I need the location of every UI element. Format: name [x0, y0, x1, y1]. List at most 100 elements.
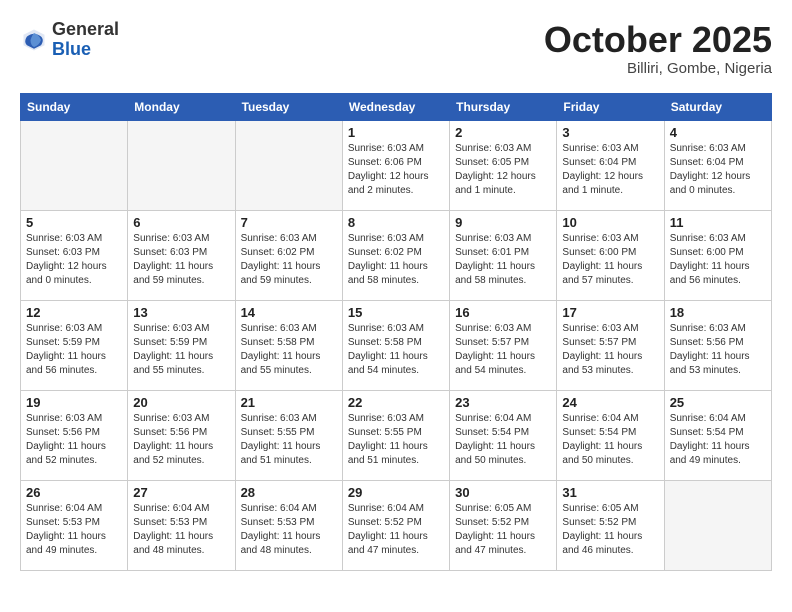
calendar-cell: 17 Sunrise: 6:03 AM Sunset: 5:57 PM Dayli…: [557, 300, 664, 390]
calendar-cell: [128, 120, 235, 210]
calendar-cell: 22 Sunrise: 6:03 AM Sunset: 5:55 PM Dayli…: [342, 390, 449, 480]
day-number: 28: [241, 485, 337, 500]
day-number: 3: [562, 125, 658, 140]
day-number: 29: [348, 485, 444, 500]
day-number: 10: [562, 215, 658, 230]
calendar-cell: 9 Sunrise: 6:03 AM Sunset: 6:01 PM Daylig…: [450, 210, 557, 300]
day-number: 15: [348, 305, 444, 320]
calendar-cell: [235, 120, 342, 210]
day-info: Sunrise: 6:05 AM Sunset: 5:52 PM Dayligh…: [562, 502, 658, 558]
day-info: Sunrise: 6:03 AM Sunset: 6:02 PM Dayligh…: [348, 232, 444, 288]
calendar-cell: 27 Sunrise: 6:04 AM Sunset: 5:53 PM Dayli…: [128, 480, 235, 570]
day-info: Sunrise: 6:03 AM Sunset: 5:58 PM Dayligh…: [348, 322, 444, 378]
day-info: Sunrise: 6:03 AM Sunset: 6:00 PM Dayligh…: [670, 232, 766, 288]
calendar-cell: 24 Sunrise: 6:04 AM Sunset: 5:54 PM Dayli…: [557, 390, 664, 480]
day-info: Sunrise: 6:03 AM Sunset: 5:56 PM Dayligh…: [26, 412, 122, 468]
calendar-cell: 16 Sunrise: 6:03 AM Sunset: 5:57 PM Dayli…: [450, 300, 557, 390]
calendar-cell: 31 Sunrise: 6:05 AM Sunset: 5:52 PM Dayli…: [557, 480, 664, 570]
calendar-cell: 13 Sunrise: 6:03 AM Sunset: 5:59 PM Dayli…: [128, 300, 235, 390]
logo-blue: Blue: [52, 40, 119, 60]
day-number: 16: [455, 305, 551, 320]
day-number: 1: [348, 125, 444, 140]
day-info: Sunrise: 6:03 AM Sunset: 5:59 PM Dayligh…: [133, 322, 229, 378]
day-number: 5: [26, 215, 122, 230]
calendar-cell: 7Sunrise: 6:03 AM Sunset: 6:02 PM Daylig…: [235, 210, 342, 300]
day-number: 25: [670, 395, 766, 410]
day-number: 27: [133, 485, 229, 500]
day-info: Sunrise: 6:03 AM Sunset: 6:04 PM Dayligh…: [670, 142, 766, 198]
day-number: 30: [455, 485, 551, 500]
calendar-cell: 3 Sunrise: 6:03 AM Sunset: 6:04 PM Daylig…: [557, 120, 664, 210]
day-number: 17: [562, 305, 658, 320]
calendar-cell: 10 Sunrise: 6:03 AM Sunset: 6:00 PM Dayli…: [557, 210, 664, 300]
day-header-friday: Friday: [557, 93, 664, 120]
day-info: Sunrise: 6:04 AM Sunset: 5:54 PM Dayligh…: [562, 412, 658, 468]
day-info: Sunrise: 6:03 AM Sunset: 6:05 PM Dayligh…: [455, 142, 551, 198]
calendar-cell: 19 Sunrise: 6:03 AM Sunset: 5:56 PM Dayli…: [21, 390, 128, 480]
page-header: General Blue October 2025 Billiri, Gombe…: [20, 20, 772, 77]
location: Billiri, Gombe, Nigeria: [544, 60, 772, 77]
day-info: Sunrise: 6:04 AM Sunset: 5:53 PM Dayligh…: [241, 502, 337, 558]
calendar-cell: 14Sunrise: 6:03 AM Sunset: 5:58 PM Dayli…: [235, 300, 342, 390]
day-info: Sunrise: 6:04 AM Sunset: 5:53 PM Dayligh…: [26, 502, 122, 558]
day-info: Sunrise: 6:04 AM Sunset: 5:52 PM Dayligh…: [348, 502, 444, 558]
day-number: 18: [670, 305, 766, 320]
day-info: Sunrise: 6:03 AM Sunset: 6:04 PM Dayligh…: [562, 142, 658, 198]
logo-text: General Blue: [52, 20, 119, 60]
week-row-1: 1 Sunrise: 6:03 AM Sunset: 6:06 PM Daylig…: [21, 120, 772, 210]
day-number: 2: [455, 125, 551, 140]
calendar-cell: 26Sunrise: 6:04 AM Sunset: 5:53 PM Dayli…: [21, 480, 128, 570]
day-number: 31: [562, 485, 658, 500]
logo-icon: [20, 26, 48, 54]
calendar-cell: 12 Sunrise: 6:03 AM Sunset: 5:59 PM Dayli…: [21, 300, 128, 390]
day-number: 14: [241, 305, 337, 320]
calendar-cell: 18Sunrise: 6:03 AM Sunset: 5:56 PM Dayli…: [664, 300, 771, 390]
day-number: 8: [348, 215, 444, 230]
logo-general: General: [52, 20, 119, 40]
calendar-cell: 23 Sunrise: 6:04 AM Sunset: 5:54 PM Dayli…: [450, 390, 557, 480]
day-info: Sunrise: 6:03 AM Sunset: 5:57 PM Dayligh…: [562, 322, 658, 378]
day-number: 19: [26, 395, 122, 410]
day-number: 9: [455, 215, 551, 230]
day-number: 7: [241, 215, 337, 230]
week-row-2: 5 Sunrise: 6:03 AM Sunset: 6:03 PM Daylig…: [21, 210, 772, 300]
calendar-cell: [664, 480, 771, 570]
day-header-tuesday: Tuesday: [235, 93, 342, 120]
month-title: October 2025: [544, 20, 772, 60]
calendar-cell: [21, 120, 128, 210]
day-header-saturday: Saturday: [664, 93, 771, 120]
day-info: Sunrise: 6:04 AM Sunset: 5:54 PM Dayligh…: [455, 412, 551, 468]
day-number: 22: [348, 395, 444, 410]
calendar-cell: 28 Sunrise: 6:04 AM Sunset: 5:53 PM Dayli…: [235, 480, 342, 570]
calendar-cell: 25 Sunrise: 6:04 AM Sunset: 5:54 PM Dayli…: [664, 390, 771, 480]
logo: General Blue: [20, 20, 119, 60]
day-number: 23: [455, 395, 551, 410]
calendar-cell: 11 Sunrise: 6:03 AM Sunset: 6:00 PM Dayli…: [664, 210, 771, 300]
day-number: 11: [670, 215, 766, 230]
day-info: Sunrise: 6:04 AM Sunset: 5:54 PM Dayligh…: [670, 412, 766, 468]
week-row-4: 19 Sunrise: 6:03 AM Sunset: 5:56 PM Dayli…: [21, 390, 772, 480]
week-row-3: 12 Sunrise: 6:03 AM Sunset: 5:59 PM Dayli…: [21, 300, 772, 390]
day-number: 24: [562, 395, 658, 410]
day-number: 20: [133, 395, 229, 410]
day-number: 12: [26, 305, 122, 320]
day-number: 6: [133, 215, 229, 230]
day-info: Sunrise: 6:03 AM Sunset: 6:00 PM Dayligh…: [562, 232, 658, 288]
day-info: Sunrise: 6:03 AM Sunset: 6:03 PM Dayligh…: [26, 232, 122, 288]
day-header-thursday: Thursday: [450, 93, 557, 120]
week-row-5: 26Sunrise: 6:04 AM Sunset: 5:53 PM Dayli…: [21, 480, 772, 570]
day-info: Sunrise: 6:03 AM Sunset: 5:55 PM Dayligh…: [348, 412, 444, 468]
day-info: Sunrise: 6:04 AM Sunset: 5:53 PM Dayligh…: [133, 502, 229, 558]
day-info: Sunrise: 6:03 AM Sunset: 6:01 PM Dayligh…: [455, 232, 551, 288]
day-number: 13: [133, 305, 229, 320]
day-info: Sunrise: 6:05 AM Sunset: 5:52 PM Dayligh…: [455, 502, 551, 558]
calendar-cell: 30 Sunrise: 6:05 AM Sunset: 5:52 PM Dayli…: [450, 480, 557, 570]
calendar-cell: 29 Sunrise: 6:04 AM Sunset: 5:52 PM Dayli…: [342, 480, 449, 570]
day-info: Sunrise: 6:03 AM Sunset: 5:59 PM Dayligh…: [26, 322, 122, 378]
calendar-cell: 5 Sunrise: 6:03 AM Sunset: 6:03 PM Daylig…: [21, 210, 128, 300]
calendar: SundayMondayTuesdayWednesdayThursdayFrid…: [20, 93, 772, 571]
day-info: Sunrise: 6:03 AM Sunset: 6:06 PM Dayligh…: [348, 142, 444, 198]
day-info: Sunrise: 6:03 AM Sunset: 5:57 PM Dayligh…: [455, 322, 551, 378]
calendar-cell: 2 Sunrise: 6:03 AM Sunset: 6:05 PM Daylig…: [450, 120, 557, 210]
calendar-cell: 15 Sunrise: 6:03 AM Sunset: 5:58 PM Dayli…: [342, 300, 449, 390]
